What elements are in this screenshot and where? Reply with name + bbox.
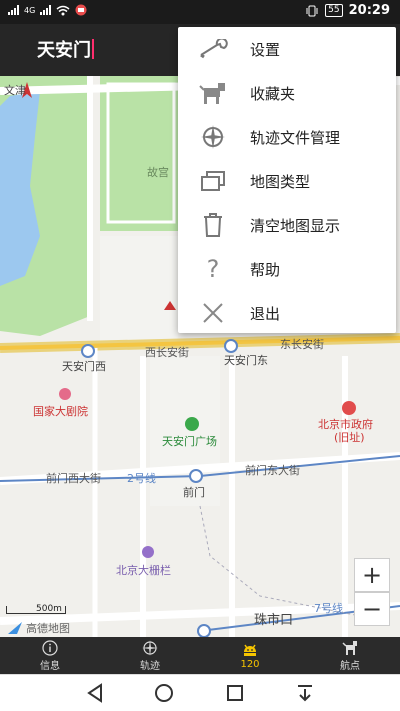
trash-icon: [198, 210, 228, 240]
menu-item-track-files[interactable]: 轨迹文件管理: [178, 115, 396, 159]
map-label-theatre: 国家大剧院: [33, 405, 88, 418]
clock: 20:29: [348, 3, 390, 18]
map-label-wenjin: 文津: [4, 84, 26, 97]
zoom-in-button[interactable]: +: [354, 558, 390, 592]
signal-icon-2: [40, 5, 52, 15]
nav-label-track: 轨迹: [140, 660, 160, 672]
page-title: 天安门: [37, 40, 91, 61]
menu-item-favorites[interactable]: 收藏夹: [178, 71, 396, 115]
home-icon[interactable]: [154, 683, 174, 703]
map-label-square: 天安门广场: [162, 435, 217, 448]
map-label-gugong: 故宫: [147, 166, 169, 179]
back-icon[interactable]: [86, 683, 104, 703]
map-brand: 高德地图: [26, 622, 70, 635]
menu-item-clear-map[interactable]: 清空地图显示: [178, 203, 396, 247]
nav-track[interactable]: 轨迹: [100, 637, 200, 674]
zoom-out-button[interactable]: −: [354, 592, 390, 626]
nav-android[interactable]: 120: [200, 637, 300, 674]
bottom-nav: 信息 轨迹 120 航点: [0, 637, 400, 674]
android-icon: [241, 642, 259, 659]
map-label-gov-old: (旧址): [334, 431, 365, 444]
nav-waypoint[interactable]: 航点: [300, 637, 400, 674]
menu-label-track-files: 轨迹文件管理: [250, 128, 341, 147]
signal-icon: [8, 5, 19, 15]
status-bar: 4G 55 20:29: [0, 0, 400, 24]
menu-label-map-type: 地图类型: [250, 172, 311, 191]
compass-icon: [198, 122, 228, 152]
question-icon: ?: [206, 255, 220, 283]
layers-icon: [198, 166, 228, 196]
network-type: 4G: [24, 5, 36, 15]
menu-label-help: 帮助: [250, 260, 281, 279]
map-label-dashilan: 北京大栅栏: [116, 564, 171, 577]
map-label-qianmen-west: 前门西大街: [46, 472, 101, 485]
map-label-xichangan: 西长安街: [145, 346, 189, 359]
pet-icon: [198, 78, 228, 108]
nav-info[interactable]: 信息: [0, 637, 100, 674]
app-notification-icon: [75, 4, 87, 16]
info-icon: [42, 640, 58, 657]
scale-label: 500m: [36, 604, 62, 614]
map-label-tam-west: 天安门西: [62, 360, 106, 373]
menu-label-exit: 退出: [250, 304, 281, 323]
menu-item-help[interactable]: ? 帮助: [178, 247, 396, 291]
map-label-line7: 7号线: [314, 602, 343, 615]
menu-label-favorites: 收藏夹: [250, 84, 296, 103]
nav-label-waypoint: 航点: [340, 660, 360, 672]
overflow-menu: 设置 收藏夹 轨迹文件管理 地图类型 清空地图显示 ? 帮助 退出: [178, 27, 396, 333]
map-label-tam-east: 天安门东: [224, 354, 268, 367]
vibrate-icon: [306, 5, 318, 16]
map-label-qianmen: 前门: [183, 486, 205, 499]
amap-logo-icon: [8, 622, 22, 634]
nav-label-android: 120: [240, 658, 260, 670]
wifi-icon: [56, 5, 70, 15]
waypoint-icon: [342, 640, 358, 657]
battery-indicator: 55: [325, 4, 343, 17]
map-label-zhushikou: 珠市口: [254, 613, 294, 628]
close-icon: [198, 298, 228, 328]
menu-label-settings: 设置: [250, 40, 281, 59]
menu-item-exit[interactable]: 退出: [178, 291, 396, 335]
wrench-icon: [198, 34, 228, 64]
map-label-qianmen-east: 前门东大街: [245, 464, 300, 477]
search-title[interactable]: 天安门: [37, 36, 94, 62]
map-label-dongchangan: 东长安街: [280, 338, 324, 351]
system-nav-bar: [0, 674, 400, 711]
map-label-line2: 2号线: [127, 472, 156, 485]
menu-item-settings[interactable]: 设置: [178, 27, 396, 71]
text-cursor: [92, 39, 94, 59]
menu-label-clear-map: 清空地图显示: [250, 216, 341, 235]
notification-pull-icon[interactable]: [296, 683, 314, 703]
recents-icon[interactable]: [226, 683, 244, 703]
compass-icon: [142, 640, 158, 657]
nav-label-info: 信息: [40, 660, 60, 672]
menu-item-map-type[interactable]: 地图类型: [178, 159, 396, 203]
